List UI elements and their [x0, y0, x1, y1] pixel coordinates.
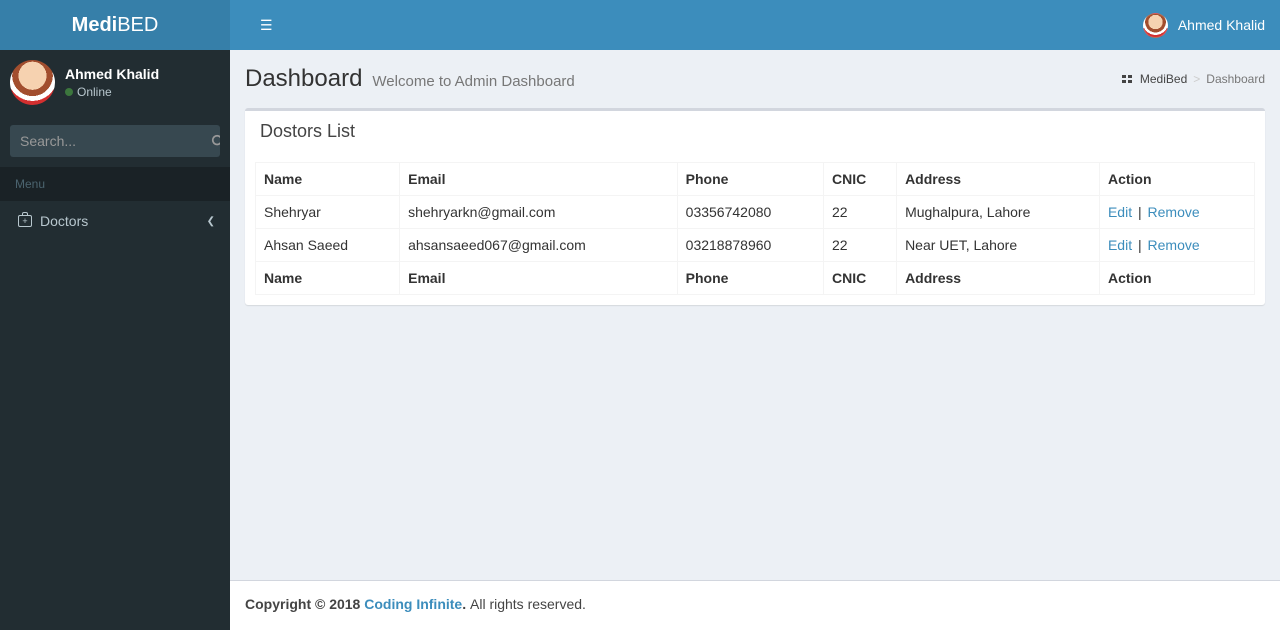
main-sidebar: Ahmed Khalid Online Menu Doctors ❮	[0, 50, 230, 630]
footer-suffix: All rights reserved.	[470, 596, 586, 612]
content: Dostors List Name Email Phone CNIC Addre…	[230, 108, 1280, 320]
th-phone: Phone	[677, 163, 823, 196]
doctors-box: Dostors List Name Email Phone CNIC Addre…	[245, 108, 1265, 305]
sidebar-user-panel: Ahmed Khalid Online	[0, 50, 230, 115]
tf-email: Email	[400, 262, 678, 295]
cell-name: Shehryar	[256, 196, 400, 229]
avatar	[1143, 13, 1168, 38]
remove-link[interactable]: Remove	[1148, 237, 1200, 253]
breadcrumb-separator: >	[1193, 72, 1200, 86]
box-title: Dostors List	[260, 121, 1250, 142]
content-header: Dashboard Welcome to Admin Dashboard Med…	[230, 50, 1280, 108]
sidebar-toggle-button[interactable]	[245, 2, 289, 49]
breadcrumb: MediBed > Dashboard	[1122, 72, 1265, 86]
tf-name: Name	[256, 262, 400, 295]
status-text: Online	[77, 85, 112, 99]
tf-address: Address	[897, 262, 1100, 295]
cell-cnic: 22	[824, 229, 897, 262]
sidebar-search-form	[0, 115, 230, 167]
tf-phone: Phone	[677, 262, 823, 295]
th-cnic: CNIC	[824, 163, 897, 196]
sidebar-user-info: Ahmed Khalid Online	[65, 66, 159, 99]
edit-link[interactable]: Edit	[1108, 204, 1132, 220]
cell-email: shehryarkn@gmail.com	[400, 196, 678, 229]
main-footer: Copyright © 2018 Coding Infinite. All ri…	[230, 580, 1280, 630]
search-button[interactable]	[211, 125, 220, 157]
footer-link[interactable]: Coding Infinite	[364, 596, 462, 612]
logo-bold: Medi	[72, 14, 118, 36]
chevron-left-icon: ❮	[207, 216, 215, 227]
cell-phone: 03218878960	[677, 229, 823, 262]
dashboard-icon	[1122, 72, 1134, 86]
tf-action: Action	[1099, 262, 1254, 295]
avatar	[10, 60, 55, 105]
action-separator: |	[1136, 204, 1144, 220]
cell-email: ahsansaeed067@gmail.com	[400, 229, 678, 262]
th-name: Name	[256, 163, 400, 196]
sidebar-user-name: Ahmed Khalid	[65, 66, 159, 83]
status-dot-icon	[65, 88, 73, 96]
table-footer-row: Name Email Phone CNIC Address Action	[256, 262, 1255, 295]
content-wrapper: Dashboard Welcome to Admin Dashboard Med…	[230, 50, 1280, 580]
remove-link[interactable]: Remove	[1148, 204, 1200, 220]
sidebar-user-status[interactable]: Online	[65, 85, 159, 99]
logo-light: BED	[117, 14, 158, 36]
cell-address: Mughalpura, Lahore	[897, 196, 1100, 229]
medkit-icon	[18, 215, 32, 227]
page-title: Dashboard	[245, 65, 362, 93]
tf-cnic: CNIC	[824, 262, 897, 295]
cell-name: Ahsan Saeed	[256, 229, 400, 262]
box-header: Dostors List	[245, 111, 1265, 152]
doctors-table: Name Email Phone CNIC Address Action She…	[255, 162, 1255, 295]
search-input[interactable]	[10, 125, 211, 157]
search-icon	[211, 134, 220, 148]
sidebar-item-doctors[interactable]: Doctors ❮	[0, 201, 230, 241]
navbar: Ahmed Khalid	[230, 0, 1280, 50]
main-header: MediBED Ahmed Khalid	[0, 0, 1280, 50]
cell-phone: 03356742080	[677, 196, 823, 229]
page-subtitle: Welcome to Admin Dashboard	[372, 73, 574, 90]
edit-link[interactable]: Edit	[1108, 237, 1132, 253]
th-action: Action	[1099, 163, 1254, 196]
th-email: Email	[400, 163, 678, 196]
breadcrumb-current: Dashboard	[1206, 72, 1265, 86]
box-body: Name Email Phone CNIC Address Action She…	[245, 152, 1265, 305]
sidebar-menu-header: Menu	[0, 167, 230, 201]
th-address: Address	[897, 163, 1100, 196]
cell-action: Edit | Remove	[1099, 196, 1254, 229]
user-menu[interactable]: Ahmed Khalid	[1143, 3, 1265, 48]
cell-cnic: 22	[824, 196, 897, 229]
cell-address: Near UET, Lahore	[897, 229, 1100, 262]
action-separator: |	[1136, 237, 1144, 253]
page-title-wrap: Dashboard Welcome to Admin Dashboard	[245, 65, 575, 93]
footer-copyright: Copyright © 2018	[245, 596, 364, 612]
table-row: Ahsan Saeed ahsansaeed067@gmail.com 0321…	[256, 229, 1255, 262]
sidebar-item-label: Doctors	[40, 213, 88, 229]
breadcrumb-root[interactable]: MediBed	[1140, 72, 1187, 86]
header-user-name: Ahmed Khalid	[1178, 17, 1265, 33]
table-row: Shehryar shehryarkn@gmail.com 0335674208…	[256, 196, 1255, 229]
logo[interactable]: MediBED	[0, 0, 230, 50]
bars-icon	[260, 17, 274, 34]
cell-action: Edit | Remove	[1099, 229, 1254, 262]
table-header-row: Name Email Phone CNIC Address Action	[256, 163, 1255, 196]
